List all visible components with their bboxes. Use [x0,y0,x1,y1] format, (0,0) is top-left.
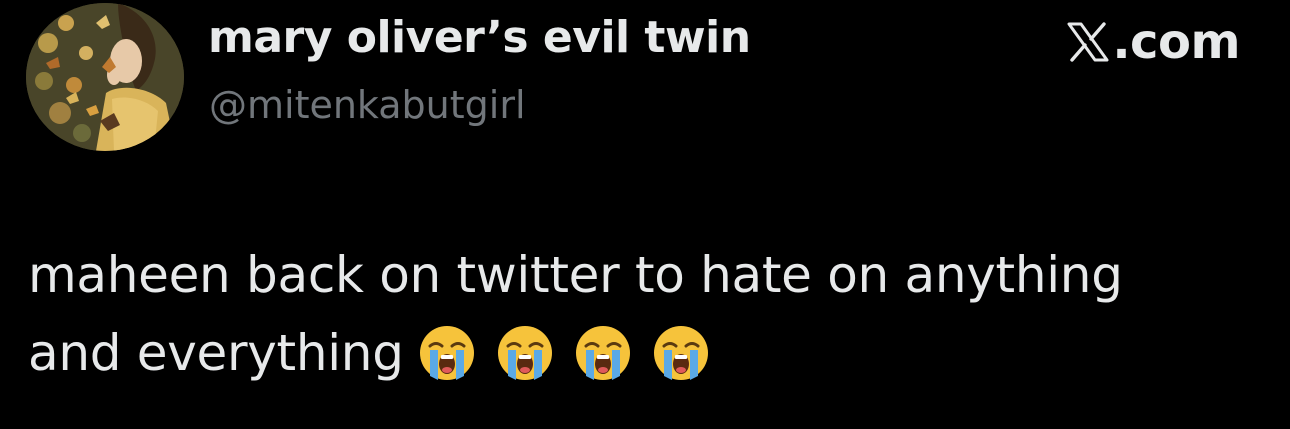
loudly-crying-face-icon [497,325,552,380]
tweet-text-line-2: and everything [28,314,1248,392]
brand-watermark: .com [1066,12,1240,72]
author-display-name[interactable]: mary oliver’s evil twin [208,10,751,66]
tweet-card: mary oliver’s evil twin @mitenkabutgirl … [0,0,1290,429]
loudly-crying-face-icon [653,325,708,380]
author-handle[interactable]: @mitenkabutgirl [209,80,526,130]
tweet-text-line-1: maheen back on twitter to hate on anythi… [28,246,1123,304]
brand-domain-label: .com [1112,14,1240,70]
tweet-text-line-2-text: and everything [28,324,404,382]
x-logo-icon [1067,22,1109,62]
avatar-painting-icon [26,3,184,151]
author-avatar[interactable] [26,3,184,151]
emoji-row [418,324,710,382]
loudly-crying-face-icon [419,325,474,380]
loudly-crying-face-icon [575,325,630,380]
tweet-body: maheen back on twitter to hate on anythi… [28,236,1248,392]
